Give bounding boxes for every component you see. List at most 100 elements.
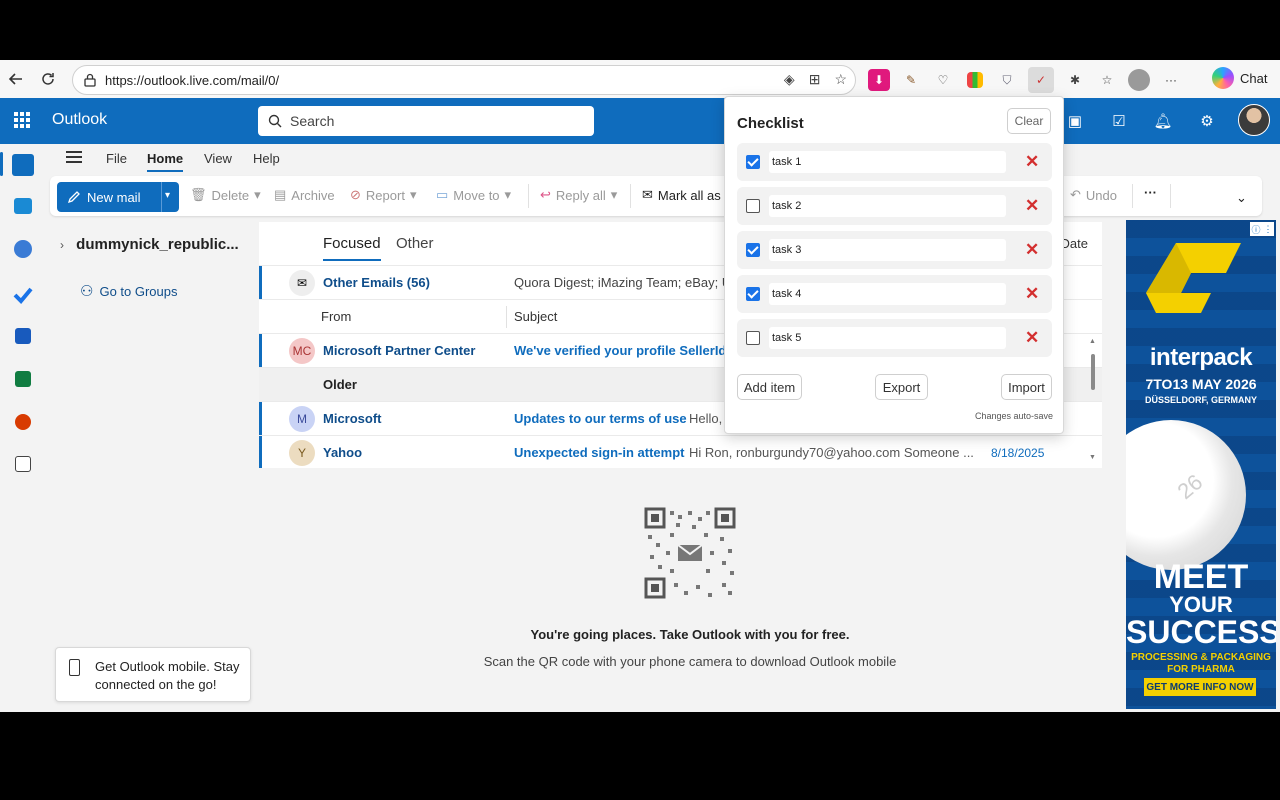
advertisement[interactable]: interpack 7TO13 MAY 2026 DÜSSELDORF, GER… — [1126, 220, 1276, 709]
scroll-down-icon[interactable]: ▼ — [1089, 454, 1096, 461]
ribbon-expand-icon[interactable]: ⌄ — [1236, 190, 1247, 206]
puzzle-icon[interactable]: ✱ — [1064, 69, 1086, 91]
delete-task-icon[interactable]: ✕ — [1025, 152, 1039, 172]
scroll-thumb[interactable] — [1091, 354, 1095, 390]
address-bar[interactable]: https://outlook.live.com/mail/0/ ◈ ⊞ ☆ — [72, 65, 856, 95]
ad-success: SUCCESS — [1126, 614, 1276, 650]
my-day-icon[interactable]: ☑ — [1108, 110, 1130, 132]
undo-button[interactable]: ↶ Undo — [1070, 187, 1117, 203]
go-to-groups-link[interactable]: ⚇ Go to Groups — [80, 282, 178, 300]
favorite-star-icon[interactable]: ☆ — [834, 71, 847, 88]
add-item-button[interactable]: Add item — [737, 374, 802, 400]
delete-button[interactable]: 🗑︎ Delete ▾ — [190, 187, 261, 203]
search-input[interactable]: Search — [258, 106, 594, 136]
task-checkbox[interactable] — [746, 331, 760, 345]
powerpoint-app-icon[interactable] — [15, 414, 31, 430]
delete-task-icon[interactable]: ✕ — [1025, 240, 1039, 260]
ad-date: 7TO13 MAY 2026 — [1145, 376, 1257, 392]
ad-cta-button[interactable]: GET MORE INFO NOW — [1144, 678, 1256, 696]
menu-view[interactable]: View — [204, 151, 232, 166]
word-icon[interactable]: ▣ — [1064, 110, 1086, 132]
menu-home[interactable]: Home — [147, 151, 184, 172]
task-input[interactable]: task 2 — [769, 195, 1006, 217]
refresh-icon[interactable] — [34, 65, 62, 93]
move-to-button[interactable]: ▭ Move to ▾ — [436, 187, 511, 203]
new-mail-button[interactable]: New mail ▾ — [57, 182, 179, 212]
calendar-icon[interactable] — [14, 198, 32, 214]
checklist-title: Checklist — [737, 115, 804, 132]
task-input[interactable]: task 4 — [769, 283, 1006, 305]
app-title[interactable]: Outlook — [52, 111, 107, 129]
message-subject: We've verified your profile SellerId — [514, 343, 727, 358]
gear-icon[interactable]: ⚙ — [1196, 110, 1218, 132]
apps-icon[interactable]: ⊞ — [809, 71, 821, 88]
message-date: 8/18/2025 — [991, 445, 1045, 460]
scroll-up-icon[interactable]: ▲ — [1089, 338, 1096, 345]
bell-icon[interactable]: 🔔︎ — [1152, 110, 1174, 132]
todo-icon[interactable] — [12, 284, 34, 306]
heart-extension-icon[interactable]: ♡ — [932, 69, 954, 91]
from-column-header[interactable]: From — [321, 309, 351, 324]
task-checkbox[interactable] — [746, 243, 760, 257]
get-mobile-card[interactable]: Get Outlook mobile. Stay connected on th… — [55, 647, 251, 702]
back-icon[interactable] — [2, 65, 30, 93]
undo-icon: ↶ — [1070, 187, 1081, 202]
user-avatar[interactable] — [1238, 104, 1270, 136]
sender-avatar: Y — [289, 439, 315, 466]
task-input[interactable]: task 1 — [769, 151, 1006, 173]
autosave-note: Changes auto-save — [974, 411, 1053, 421]
chevron-down-icon: ▾ — [504, 187, 512, 202]
report-button[interactable]: ⊘ Report ▾ — [350, 187, 416, 203]
delete-task-icon[interactable]: ✕ — [1025, 328, 1039, 348]
task-checkbox[interactable] — [746, 287, 760, 301]
word-app-icon[interactable] — [15, 328, 31, 344]
colors-extension-icon[interactable] — [967, 72, 983, 88]
message-list-scrollbar[interactable]: ▲ ▼ — [1086, 330, 1100, 468]
checklist-extension-icon[interactable]: ✓ — [1028, 67, 1054, 93]
menu-file[interactable]: File — [106, 151, 127, 166]
mark-all-read-button[interactable]: ✉ Mark all as — [642, 187, 721, 203]
chevron-down-icon: ▾ — [610, 187, 618, 202]
table-row[interactable]: Y Yahoo Unexpected sign-in attempt Hi Ro… — [259, 435, 1102, 468]
account-folder[interactable]: › dummynick_republic... — [60, 236, 239, 253]
ad-info-icon[interactable]: ⓘ ⋮ — [1250, 222, 1274, 236]
download-extension-icon[interactable]: ⬇ — [868, 69, 890, 91]
shield-extension-icon[interactable]: ⛉ — [996, 69, 1018, 91]
favorites-icon[interactable]: ☆ — [1096, 69, 1118, 91]
chevron-down-icon[interactable]: ▾ — [165, 190, 170, 201]
hamburger-icon[interactable] — [66, 151, 82, 166]
url-text[interactable]: https://outlook.live.com/mail/0/ — [105, 73, 279, 88]
extensions-row: ⬇ ✎ ♡ ⛉ ✓ ✱ ☆ ··· — [868, 67, 1182, 93]
tab-focused[interactable]: Focused — [323, 235, 381, 261]
clear-button[interactable]: Clear — [1007, 108, 1051, 134]
more-menu-icon[interactable]: ··· — [1160, 69, 1182, 91]
archive-button[interactable]: ▤ Archive — [274, 187, 335, 203]
subject-column-header[interactable]: Subject — [514, 309, 557, 324]
excel-app-icon[interactable] — [15, 371, 31, 387]
mail-icon[interactable] — [12, 154, 34, 176]
task-input[interactable]: task 3 — [769, 239, 1006, 261]
menu-help[interactable]: Help — [253, 151, 280, 166]
app-launcher-icon[interactable] — [14, 112, 30, 128]
people-icon[interactable] — [14, 240, 32, 258]
more-apps-icon[interactable] — [15, 456, 31, 472]
mark-all-label: Mark all as — [657, 187, 721, 203]
tab-other[interactable]: Other — [396, 235, 434, 252]
task-checkbox[interactable] — [746, 155, 760, 169]
copilot-chat-button[interactable]: Chat — [1212, 67, 1267, 89]
list-item: task 5 ✕ — [737, 319, 1052, 357]
folder-move-icon: ▭ — [436, 187, 449, 202]
reply-all-button[interactable]: ↩ Reply all ▾ — [540, 187, 617, 203]
import-button[interactable]: Import — [1001, 374, 1052, 400]
task-input[interactable]: task 5 — [769, 327, 1006, 349]
rail-active-indicator — [0, 152, 3, 176]
reader-icon[interactable]: ◈ — [784, 71, 795, 88]
task-checkbox[interactable] — [746, 199, 760, 213]
export-button[interactable]: Export — [875, 374, 928, 400]
delete-task-icon[interactable]: ✕ — [1025, 284, 1039, 304]
profile-icon[interactable] — [1128, 69, 1150, 91]
more-options-button[interactable]: ··· — [1144, 185, 1157, 200]
date-column-header[interactable]: Date — [1061, 236, 1088, 251]
delete-task-icon[interactable]: ✕ — [1025, 196, 1039, 216]
pen-extension-icon[interactable]: ✎ — [900, 69, 922, 91]
